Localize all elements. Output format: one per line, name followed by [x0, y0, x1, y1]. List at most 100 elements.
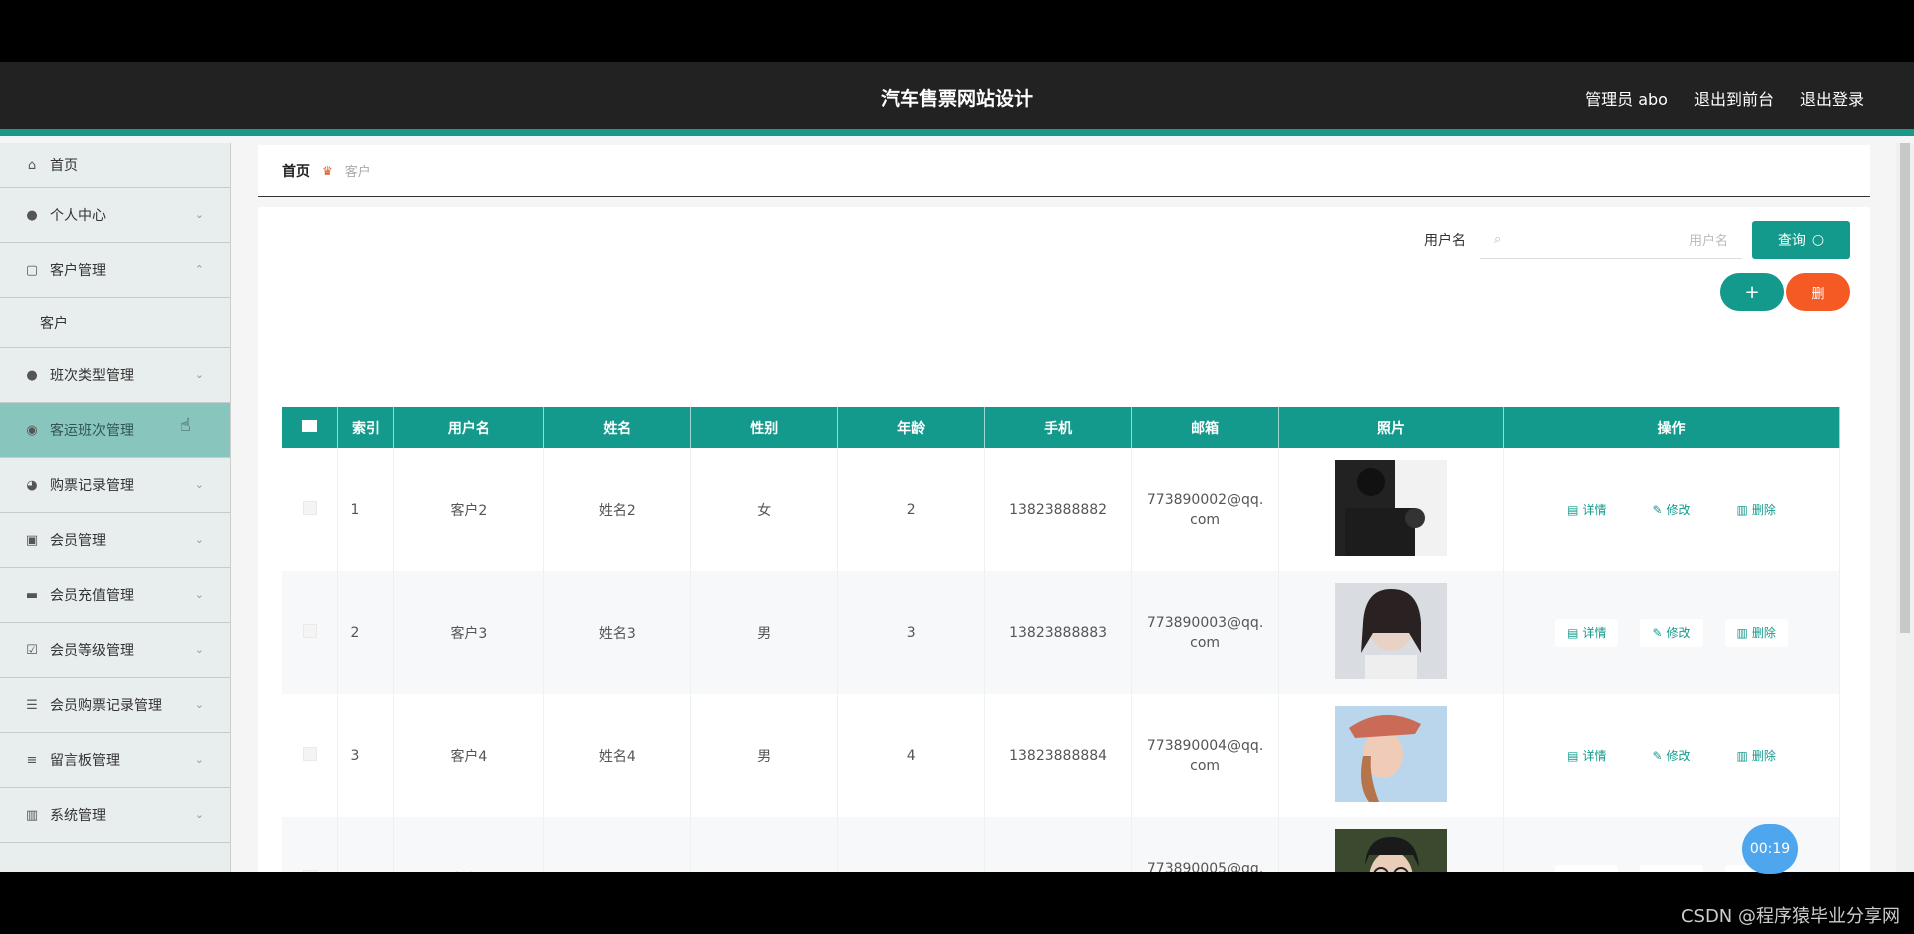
row-checkbox[interactable] — [302, 869, 317, 872]
chevron-down-icon: ⌄ — [194, 753, 204, 766]
column-header: 手机 — [984, 407, 1133, 448]
user-icon: ● — [26, 367, 38, 383]
cell-age: 2 — [837, 448, 986, 571]
chevron-down-icon: ⌄ — [194, 643, 204, 656]
sidebar-item-ticket-records[interactable]: ◕ 购票记录管理 ⌄ — [0, 458, 230, 513]
add-button[interactable]: + — [1720, 273, 1784, 311]
scrollbar-thumb[interactable] — [1900, 143, 1910, 633]
delete-row-button[interactable]: ▥删除 — [1724, 741, 1788, 770]
trash-icon: ▥ — [1737, 872, 1748, 873]
cell-gender: 男 — [690, 571, 839, 694]
sidebar-item-member-level[interactable]: ☑ 会员等级管理 ⌄ — [0, 623, 230, 678]
sidebar-item-members[interactable]: ▣ 会员管理 ⌄ — [0, 513, 230, 568]
cell-photo — [1278, 448, 1504, 571]
chevron-down-icon: ⌄ — [194, 533, 204, 546]
sidebar-item-label: 客户 — [40, 315, 68, 332]
edit-button[interactable]: ✎修改 — [1640, 618, 1703, 647]
list-icon: ☰ — [26, 697, 38, 713]
trash-icon: ▥ — [1736, 502, 1748, 517]
top-nav: 管理员 abo 退出到前台 退出登录 — [1585, 86, 1864, 110]
pencil-icon: ✎ — [1652, 748, 1663, 763]
sidebar-item-label: 个人中心 — [50, 208, 106, 224]
sidebar-item-label: 会员管理 — [50, 533, 106, 549]
cell-email: 773890004@qq. com — [1131, 694, 1280, 817]
row-checkbox[interactable] — [302, 500, 317, 515]
row-checkbox[interactable] — [302, 623, 317, 638]
cell-index: 1 — [337, 448, 395, 571]
row-checkbox[interactable] — [302, 746, 317, 761]
sidebar-item-system[interactable]: ▥ 系统管理 ⌄ — [0, 788, 230, 843]
search-input-icon: ⌕ — [1494, 232, 1502, 247]
sidebar-item-shift-type[interactable]: ● 班次类型管理 ⌄ — [0, 348, 230, 403]
cell-photo — [1278, 694, 1504, 817]
cell-gender: 女 — [690, 448, 839, 571]
cell-email: 773890005@qq.com — [1131, 817, 1280, 872]
customer-photo — [1335, 828, 1448, 872]
customer-photo — [1335, 459, 1448, 556]
cell-photo — [1278, 817, 1504, 872]
detail-button[interactable]: ▤详情 — [1555, 741, 1619, 770]
cell-phone: 13823888883 — [984, 571, 1133, 694]
cell-name: 姓名2 — [543, 448, 692, 571]
search-placeholder: 用户名 — [1688, 234, 1728, 249]
admin-label[interactable]: 管理员 abo — [1585, 86, 1668, 110]
sidebar-item-bus-shift[interactable]: ◉ 客运班次管理 ☝ — [0, 403, 230, 458]
cell-email: 773890003@qq. com — [1131, 571, 1280, 694]
edit-button[interactable]: ✎修改 — [1640, 741, 1703, 770]
sidebar-item-label: 客户管理 — [50, 263, 106, 279]
back-to-front-link[interactable]: 退出到前台 — [1694, 86, 1774, 110]
user-icon: ● — [26, 207, 38, 223]
logout-link[interactable]: 退出登录 — [1800, 86, 1864, 110]
breadcrumb-home[interactable]: 首页 — [282, 161, 310, 181]
sidebar-item-home[interactable]: ⌂ 首页 — [0, 143, 230, 188]
search-bar: 用户名 ⌕ 用户名 查询 ○ — [1424, 221, 1850, 259]
action-buttons: + 删 — [1720, 273, 1850, 311]
pencil-icon: ✎ — [1652, 872, 1662, 873]
detail-button[interactable]: ▤详情 — [1555, 618, 1619, 647]
chevron-down-icon: ⌄ — [194, 208, 204, 221]
sidebar-item-member-tickets[interactable]: ☰ 会员购票记录管理 ⌄ — [0, 678, 230, 733]
sidebar-item-label: 会员充值管理 — [50, 588, 134, 604]
sidebar-item-label: 会员等级管理 — [50, 643, 134, 659]
delete-button[interactable]: 删 — [1786, 273, 1850, 311]
detail-icon: ▤ — [1567, 625, 1579, 640]
search-input[interactable]: ⌕ 用户名 — [1480, 221, 1742, 259]
sidebar-item-customers[interactable]: ▢ 客户管理 ⌃ — [0, 243, 230, 298]
column-header: 索引 — [337, 407, 395, 448]
detail-icon: ▤ — [1567, 502, 1579, 517]
customer-table: 索引 用户名 姓名 性别 年龄 手机 邮箱 照片 操作 1 客户2 姓名2 女 … — [282, 407, 1840, 872]
top-bar: 汽车售票网站设计 管理员 abo 退出到前台 退出登录 — [0, 62, 1914, 136]
home-icon: ⌂ — [27, 157, 37, 173]
sidebar-subitem-customer[interactable]: 客户 — [0, 298, 230, 348]
sidebar-item-label: 首页 — [50, 158, 78, 174]
search-button[interactable]: 查询 ○ — [1752, 221, 1850, 259]
detail-button[interactable]: ▤详情 — [1555, 495, 1619, 524]
detail-button[interactable]: ▤详情 — [1555, 864, 1619, 872]
column-header: 操作 — [1503, 407, 1840, 448]
cell-phone: 13823888882 — [984, 448, 1133, 571]
detail-icon: ▤ — [1567, 748, 1579, 763]
table-header-row: 索引 用户名 姓名 性别 年龄 手机 邮箱 照片 操作 — [282, 407, 1840, 448]
edit-button[interactable]: ✎修改 — [1640, 864, 1703, 873]
column-header: 性别 — [690, 407, 839, 448]
cell-gender: 男 — [690, 817, 839, 872]
cell-age: 3 — [837, 571, 986, 694]
search-label: 用户名 — [1424, 233, 1466, 249]
chevron-down-icon: ⌄ — [194, 808, 204, 821]
chevron-up-icon: ⌃ — [194, 263, 204, 276]
page-scrollbar[interactable] — [1896, 143, 1914, 872]
customer-photo — [1335, 582, 1448, 679]
cell-phone: 13823888885 — [984, 817, 1133, 872]
delete-row-button[interactable]: ▥删除 — [1724, 495, 1788, 524]
sidebar-item-message-board[interactable]: ≡ 留言板管理 ⌄ — [0, 733, 230, 788]
sidebar-item-recharge[interactable]: ▬ 会员充值管理 ⌄ — [0, 568, 230, 623]
sidebar-item-personal[interactable]: ● 个人中心 ⌄ — [0, 188, 230, 243]
cell-phone: 13823888884 — [984, 694, 1133, 817]
select-all-checkbox[interactable] — [282, 407, 339, 448]
pencil-icon: ✎ — [1652, 502, 1663, 517]
content-panel: 用户名 ⌕ 用户名 查询 ○ + 删 索引 用户名 姓名 性别 年龄 手机 邮箱… — [258, 207, 1870, 872]
sidebar-item-label: 班次类型管理 — [50, 368, 134, 384]
sidebar-item-label: 留言板管理 — [50, 753, 120, 769]
edit-button[interactable]: ✎修改 — [1640, 495, 1703, 524]
delete-row-button[interactable]: ▥删除 — [1724, 618, 1788, 647]
